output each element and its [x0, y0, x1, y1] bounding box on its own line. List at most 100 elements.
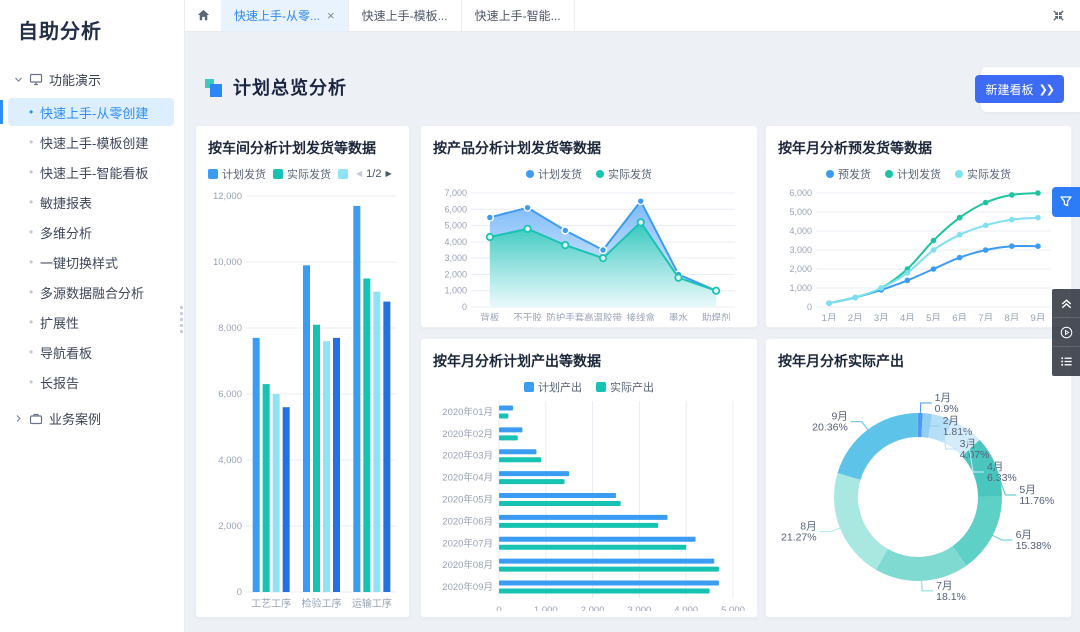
tab-list: 快速上手-从零...×快速上手-模板...快速上手-智能...	[221, 0, 575, 31]
tab-close-icon[interactable]: ×	[327, 9, 335, 22]
sidebar-item-label: 快速上手-智能看板	[40, 163, 148, 182]
svg-text:2020年09月: 2020年09月	[442, 581, 493, 593]
svg-text:2020年07月: 2020年07月	[442, 537, 493, 549]
svg-text:9月20.36%: 9月20.36%	[812, 411, 848, 434]
sidebar-item-label: 长报告	[40, 373, 79, 392]
sidebar: 自助分析 功能演示 •快速上手-从零创建 • 快速上手-模板创建 • 快速上手-智能看板…	[0, 0, 185, 632]
sidebar-item[interactable]: • 快速上手-模板创建	[0, 127, 184, 157]
sidebar-item[interactable]: • 扩展性	[0, 307, 184, 337]
tab[interactable]: 快速上手-模板...	[349, 0, 462, 31]
svg-text:背板: 背板	[480, 312, 500, 321]
svg-text:2,000: 2,000	[789, 264, 812, 274]
svg-text:12,000: 12,000	[213, 191, 242, 202]
svg-text:10,000: 10,000	[213, 257, 242, 268]
filter-button[interactable]	[1052, 187, 1080, 217]
sidebar-item[interactable]: •一键切换样式	[0, 247, 184, 277]
chart-legend: 计划发货实际发货 ◀1/2▶	[208, 166, 397, 182]
new-board-button[interactable]: 新建看板❯❯	[975, 75, 1064, 103]
chart-card-actual-output: 按年月分析实际产出 1月0.9%2月1.81%3月4.07%4月6.33%5月1…	[765, 338, 1072, 618]
svg-text:6,000: 6,000	[218, 389, 242, 400]
svg-text:墨水: 墨水	[669, 312, 689, 321]
legend-prev-icon[interactable]: ◀	[356, 169, 362, 178]
collapse-button[interactable]	[1052, 289, 1080, 318]
sidebar-item[interactable]: •多源数据融合分析	[0, 277, 184, 307]
svg-text:运输工序: 运输工序	[352, 597, 392, 610]
legend-item[interactable]: 实际发货	[955, 166, 1011, 182]
legend-item[interactable]: 计划发货	[885, 166, 941, 182]
bullet-icon: •	[29, 345, 33, 359]
legend-item[interactable]: 预发货	[826, 166, 871, 182]
legend-item[interactable]: 计划发货	[208, 166, 266, 182]
svg-text:2,000: 2,000	[581, 605, 605, 611]
sidebar-item[interactable]: •快速上手-从零创建	[0, 97, 184, 127]
chevron-down-icon	[14, 75, 23, 84]
play-button[interactable]	[1052, 318, 1080, 347]
sidebar-group-business-case[interactable]: 业务案例	[0, 401, 184, 436]
app-title: 自助分析	[18, 15, 184, 44]
tab[interactable]: 快速上手-从零...×	[221, 0, 349, 31]
svg-text:8月21.27%: 8月21.27%	[781, 521, 817, 544]
sidebar-item[interactable]: • 多维分析	[0, 217, 184, 247]
svg-text:3月: 3月	[874, 313, 889, 321]
sidebar-item[interactable]: • 导航看板	[0, 337, 184, 367]
sidebar-item-label: 扩展性	[40, 313, 79, 332]
sidebar-item-label: 快速上手-模板创建	[40, 133, 148, 152]
legend-item[interactable]	[338, 169, 348, 179]
sidebar-item[interactable]: •敏捷报表	[0, 187, 184, 217]
legend-item[interactable]: 实际发货	[596, 166, 652, 182]
sidebar-menu: •快速上手-从零创建 • 快速上手-模板创建 • 快速上手-智能看板 •敏捷报表 • 多维分析…	[0, 97, 184, 397]
bullet-icon: •	[29, 135, 33, 149]
fullscreen-button[interactable]	[1036, 0, 1080, 31]
sidebar-resize-handle[interactable]	[179, 306, 183, 333]
list-button[interactable]	[1052, 347, 1080, 376]
legend-pager: ◀1/2▶	[356, 168, 392, 180]
legend-chip	[524, 382, 534, 392]
svg-text:6,000: 6,000	[444, 205, 467, 215]
svg-text:2020年04月: 2020年04月	[442, 471, 493, 483]
list-menu-icon	[1059, 354, 1074, 369]
chart-title: 按年月分析计划产出等数据	[433, 351, 745, 371]
svg-text:不干胶: 不干胶	[513, 312, 542, 321]
sidebar-group-function-demo[interactable]: 功能演示	[0, 62, 184, 97]
svg-text:3,000: 3,000	[444, 253, 467, 263]
svg-text:2月: 2月	[848, 313, 863, 321]
svg-text:8月: 8月	[1004, 313, 1019, 321]
svg-text:防护手套: 防护手套	[546, 312, 585, 321]
bullet-icon: •	[29, 225, 33, 239]
svg-text:4月6.33%: 4月6.33%	[987, 461, 1017, 484]
svg-text:7月: 7月	[978, 313, 993, 321]
home-button[interactable]	[185, 0, 221, 31]
sidebar-item[interactable]: •长报告	[0, 367, 184, 397]
svg-text:0: 0	[237, 587, 242, 598]
workshop-bar-chart: 02,0004,0006,0008,00010,00012,000工艺工序检验工…	[208, 186, 399, 611]
svg-text:7月18.1%: 7月18.1%	[936, 580, 966, 603]
chart-card-preship: 按年月分析预发货等数据 预发货计划发货实际发货 01,0002,0003,000…	[765, 125, 1072, 328]
chart-title: 按车间分析计划发货等数据	[208, 138, 397, 158]
legend-chip	[596, 170, 604, 178]
legend-item[interactable]: 计划发货	[526, 166, 582, 182]
chart-legend: 计划发货实际发货	[433, 166, 745, 181]
legend-item[interactable]: 计划产出	[524, 379, 582, 395]
chart-title: 按年月分析预发货等数据	[778, 138, 1059, 158]
sidebar-item-label: 导航看板	[40, 343, 92, 362]
legend-chip	[955, 170, 963, 178]
bullet-icon: •	[29, 165, 33, 179]
legend-item[interactable]: 实际产出	[596, 379, 654, 395]
bullet-icon: •	[29, 315, 33, 329]
sidebar-item-label: 多维分析	[40, 223, 92, 242]
monitor-icon	[29, 73, 43, 86]
svg-text:3月4.07%: 3月4.07%	[960, 438, 990, 461]
legend-chip	[338, 169, 348, 179]
legend-item[interactable]: 实际发货	[273, 166, 331, 182]
svg-text:4,000: 4,000	[674, 605, 698, 611]
legend-next-icon[interactable]: ▶	[385, 169, 391, 178]
svg-text:6月: 6月	[952, 313, 967, 321]
tab[interactable]: 快速上手-智能...	[462, 0, 575, 31]
bullet-icon: •	[29, 255, 33, 269]
svg-text:2,000: 2,000	[218, 521, 242, 532]
play-circle-icon	[1059, 325, 1074, 340]
month-line-chart: 01,0002,0003,0004,0005,0006,0001月2月3月4月5…	[778, 185, 1061, 321]
chart-card-workshop: 按车间分析计划发货等数据 计划发货实际发货◀1/2▶ 02,0004,0006,…	[195, 125, 410, 618]
svg-text:接线盒: 接线盒	[626, 312, 655, 321]
sidebar-item[interactable]: • 快速上手-智能看板	[0, 157, 184, 187]
